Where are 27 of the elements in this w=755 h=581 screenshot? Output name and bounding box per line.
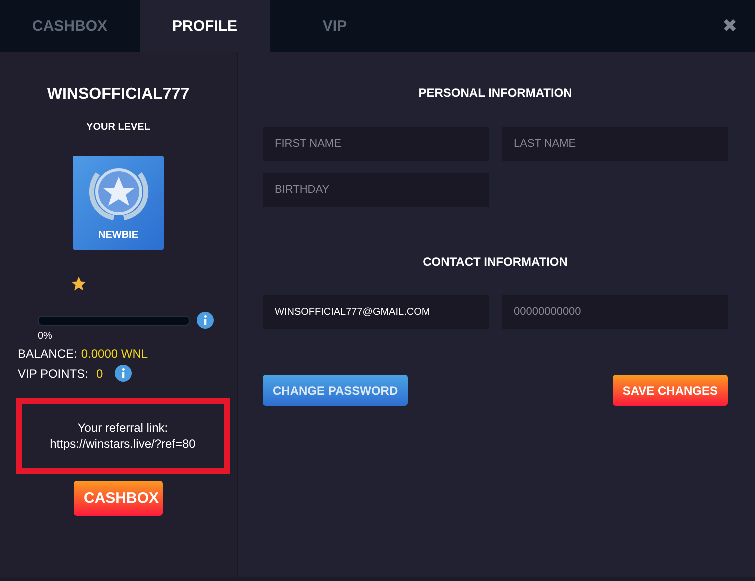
input-field[interactable]: WINSOFFICIAL777@GMAIL.COM: [263, 295, 489, 329]
input-field[interactable]: LAST NAME: [502, 127, 728, 161]
vip-points-value: 0: [96, 366, 104, 380]
change-password-button[interactable]: CHANGE PASSWORD: [263, 375, 408, 406]
info-icon[interactable]: [197, 312, 214, 329]
close-button[interactable]: ✖: [705, 0, 755, 52]
tab[interactable]: VIP: [270, 0, 400, 52]
input-field[interactable]: BIRTHDAY: [263, 173, 489, 207]
balance-label: BALANCE:: [18, 347, 78, 361]
cashbox-button[interactable]: CASHBOX: [74, 481, 163, 516]
level-heading: YOUR LEVEL: [86, 122, 150, 133]
section-title: PERSONAL INFORMATION: [418, 86, 574, 100]
referral-link[interactable]: https://winstars.live/?ref=80: [50, 436, 196, 452]
tab[interactable]: CASHBOX: [0, 0, 140, 52]
info-icon[interactable]: [115, 365, 132, 382]
input-field[interactable]: FIRST NAME: [263, 127, 489, 161]
input-field[interactable]: 00000000000: [502, 295, 728, 329]
save-button[interactable]: SAVE CHANGES: [612, 375, 728, 406]
username: WINSOFFICIAL777: [47, 86, 190, 104]
progress-percent: 0%: [38, 331, 52, 343]
balance-value: 0.0000 WNL: [81, 347, 148, 361]
referral-label: Your referral link:: [78, 420, 168, 436]
level-name: NEWBIE: [98, 230, 138, 241]
vip-points-label: VIP POINTS:: [18, 366, 88, 380]
section-title: CONTACT INFORMATION: [422, 255, 569, 269]
tab[interactable]: PROFILE: [140, 0, 270, 52]
star-icon: [71, 276, 87, 292]
